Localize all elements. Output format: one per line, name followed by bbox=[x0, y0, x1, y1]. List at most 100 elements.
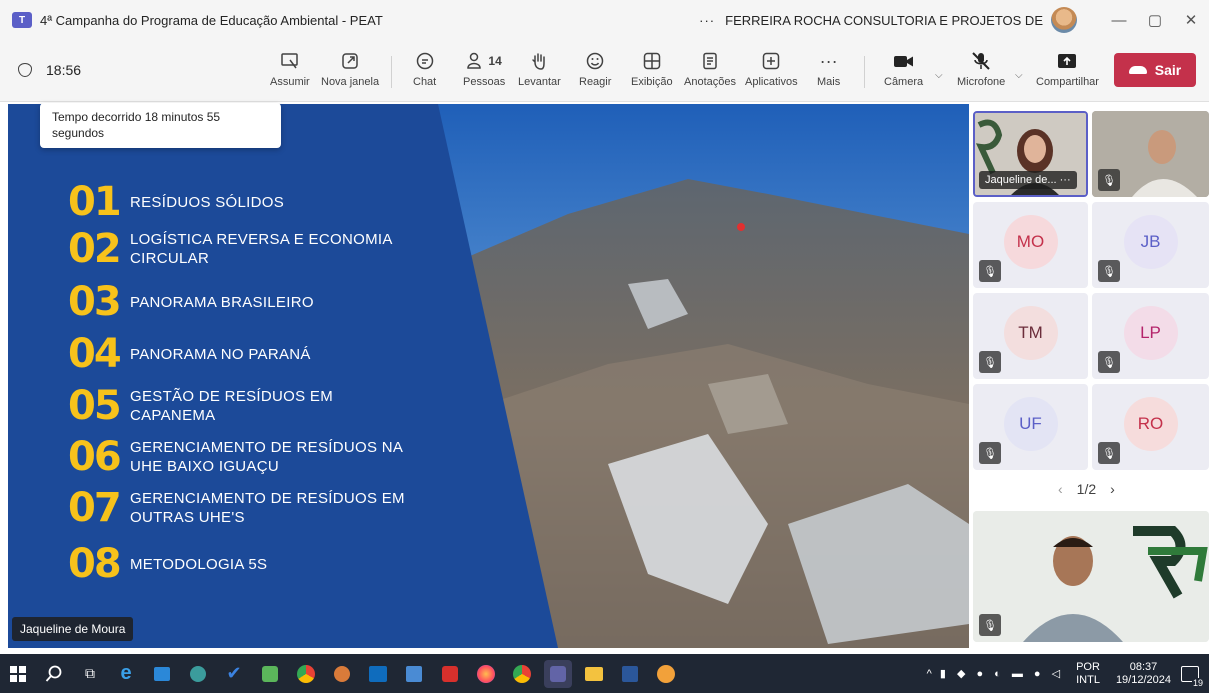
participant-tile[interactable]: LP 🎙 bbox=[1092, 293, 1209, 379]
participant-tile[interactable]: MO 🎙 bbox=[973, 202, 1088, 288]
notes-button[interactable]: Anotações bbox=[684, 48, 736, 88]
word-icon[interactable] bbox=[616, 660, 644, 688]
notifications-icon[interactable]: 19 bbox=[1181, 665, 1204, 688]
microphone-off-icon: 🎙 bbox=[979, 351, 1001, 373]
agenda-number: 05 bbox=[68, 383, 122, 429]
minimize-button[interactable]: — bbox=[1101, 12, 1137, 29]
maximize-button[interactable]: ▢ bbox=[1137, 11, 1173, 29]
share-button[interactable]: Compartilhar bbox=[1036, 48, 1099, 88]
clock[interactable]: 08:37 19/12/2024 bbox=[1116, 661, 1171, 687]
self-view-tile[interactable]: 🎙 bbox=[973, 511, 1209, 642]
next-page-chevron-icon[interactable]: › bbox=[1110, 481, 1115, 497]
task-view-icon[interactable]: ⧉ bbox=[76, 660, 104, 688]
firefox-icon[interactable] bbox=[472, 660, 500, 688]
people-button[interactable]: 14 Pessoas bbox=[463, 48, 505, 88]
chrome-icon[interactable] bbox=[292, 660, 320, 688]
agenda-item: 07 GERENCIAMENTO DE RESÍDUOS EM OUTRAS U… bbox=[68, 488, 410, 528]
take-control-icon bbox=[280, 48, 300, 74]
toolbar-divider bbox=[864, 56, 865, 88]
hang-up-icon bbox=[1128, 66, 1147, 74]
input-language[interactable]: POR INTL bbox=[1076, 661, 1100, 687]
clock-date: 19/12/2024 bbox=[1115, 673, 1171, 686]
outlook-icon[interactable] bbox=[364, 660, 392, 688]
agenda-text: GERENCIAMENTO DE RESÍDUOS EM OUTRAS UHE'… bbox=[130, 490, 405, 526]
participant-avatar: TM bbox=[1003, 305, 1058, 360]
react-button[interactable]: Reagir bbox=[579, 48, 611, 88]
paint-icon[interactable] bbox=[328, 660, 356, 688]
agenda-number: 06 bbox=[68, 434, 122, 480]
file-explorer-icon[interactable] bbox=[580, 660, 608, 688]
notes-label: Anotações bbox=[684, 76, 736, 88]
apps-icon bbox=[761, 48, 781, 74]
language-code: POR bbox=[1076, 660, 1100, 673]
participant-tile[interactable]: 🎙 bbox=[1092, 111, 1209, 197]
microphone-off-icon: 🎙 bbox=[1098, 260, 1120, 282]
view-button[interactable]: Exibição bbox=[631, 48, 673, 88]
microphone-label: Microfone bbox=[957, 76, 1006, 88]
more-button[interactable]: ··· Mais bbox=[817, 48, 840, 89]
tray-icons[interactable]: ▮ ◆ ● ◐ ▬ ● ◁ bbox=[940, 667, 1064, 680]
camera-button[interactable]: Câmera bbox=[884, 48, 923, 88]
chat-label: Chat bbox=[413, 76, 437, 88]
user-avatar[interactable] bbox=[1051, 7, 1077, 33]
page-indicator: 1/2 bbox=[1076, 481, 1097, 497]
participant-tile[interactable]: TM 🎙 bbox=[973, 293, 1088, 379]
teams-icon[interactable] bbox=[544, 659, 572, 688]
participant-avatar: RO bbox=[1123, 396, 1178, 451]
leave-button[interactable]: Sair bbox=[1114, 53, 1196, 87]
share-label: Compartilhar bbox=[1036, 76, 1099, 88]
more-options-button[interactable]: ··· bbox=[699, 13, 715, 28]
microphone-off-icon: 🎙 bbox=[979, 614, 1001, 636]
chat-button[interactable]: Chat bbox=[413, 48, 436, 88]
microphone-off-icon: 🎙 bbox=[1098, 442, 1120, 464]
agenda-number: 03 bbox=[68, 279, 122, 325]
notification-count: 19 bbox=[1191, 677, 1204, 688]
start-icon[interactable] bbox=[4, 660, 32, 688]
participant-avatar: JB bbox=[1123, 214, 1178, 269]
participant-tile[interactable]: JB 🎙 bbox=[1092, 202, 1209, 288]
magnifier-app-icon[interactable] bbox=[184, 660, 212, 688]
microphone-options-chevron-icon[interactable]: ⌵ bbox=[1015, 70, 1023, 81]
acrobat-icon[interactable] bbox=[436, 660, 464, 688]
store-icon[interactable] bbox=[148, 660, 176, 688]
agenda-item: 02 LOGÍSTICA REVERSA E ECONOMIA CIRCULAR bbox=[68, 229, 410, 269]
snipping-tool-icon[interactable] bbox=[400, 660, 428, 688]
chrome-profile-icon[interactable] bbox=[508, 660, 536, 688]
microphone-button[interactable]: Microfone bbox=[957, 48, 1005, 88]
raise-hand-button[interactable]: Levantar bbox=[518, 48, 561, 88]
todo-icon[interactable]: ✔ bbox=[220, 660, 248, 688]
app-icon[interactable] bbox=[652, 660, 680, 688]
meeting-timer[interactable]: 18:56 bbox=[18, 62, 81, 78]
chevron-up-icon[interactable]: ^ bbox=[927, 668, 932, 680]
new-window-button[interactable]: Nova janela bbox=[321, 48, 379, 88]
take-control-label: Assumir bbox=[270, 76, 310, 88]
elapsed-time-tooltip: Tempo decorrido 18 minutos 55 segundos bbox=[40, 103, 281, 148]
agenda-number: 02 bbox=[68, 226, 122, 272]
app-icon[interactable] bbox=[256, 660, 284, 688]
apps-button[interactable]: Aplicativos bbox=[745, 48, 798, 88]
more-icon: ··· bbox=[819, 50, 838, 71]
agenda-number: 01 bbox=[68, 179, 122, 225]
close-button[interactable]: ✕ bbox=[1173, 11, 1209, 29]
edge-icon[interactable]: e bbox=[112, 660, 140, 688]
people-icon: 14 bbox=[466, 48, 502, 74]
clock-time: 08:37 bbox=[1129, 660, 1158, 673]
search-icon[interactable] bbox=[40, 660, 68, 688]
more-icon[interactable]: ··· bbox=[1060, 174, 1071, 186]
participant-name-tag: Jaqueline de... ··· bbox=[979, 171, 1077, 189]
previous-page-chevron-icon[interactable]: ‹ bbox=[1058, 481, 1063, 497]
microphone-off-icon bbox=[970, 48, 992, 74]
take-control-button[interactable]: Assumir bbox=[270, 48, 310, 88]
agenda-text: LOGÍSTICA REVERSA E ECONOMIA CIRCULAR bbox=[130, 231, 392, 267]
participant-avatar: MO bbox=[1003, 214, 1058, 269]
participant-tile-active[interactable]: Jaqueline de... ··· bbox=[973, 111, 1088, 197]
people-label: Pessoas bbox=[463, 76, 506, 88]
camera-options-chevron-icon[interactable]: ⌵ bbox=[935, 70, 943, 81]
raise-hand-icon bbox=[529, 48, 549, 74]
participant-tile[interactable]: UF 🎙 bbox=[973, 384, 1088, 470]
participant-tile[interactable]: RO 🎙 bbox=[1092, 384, 1209, 470]
keyboard-layout: INTL bbox=[1076, 673, 1100, 686]
agenda-text: GERENCIAMENTO DE RESÍDUOS NA UHE BAIXO I… bbox=[130, 439, 403, 475]
agenda-number: 08 bbox=[68, 541, 122, 587]
toolbar-divider bbox=[391, 56, 392, 88]
